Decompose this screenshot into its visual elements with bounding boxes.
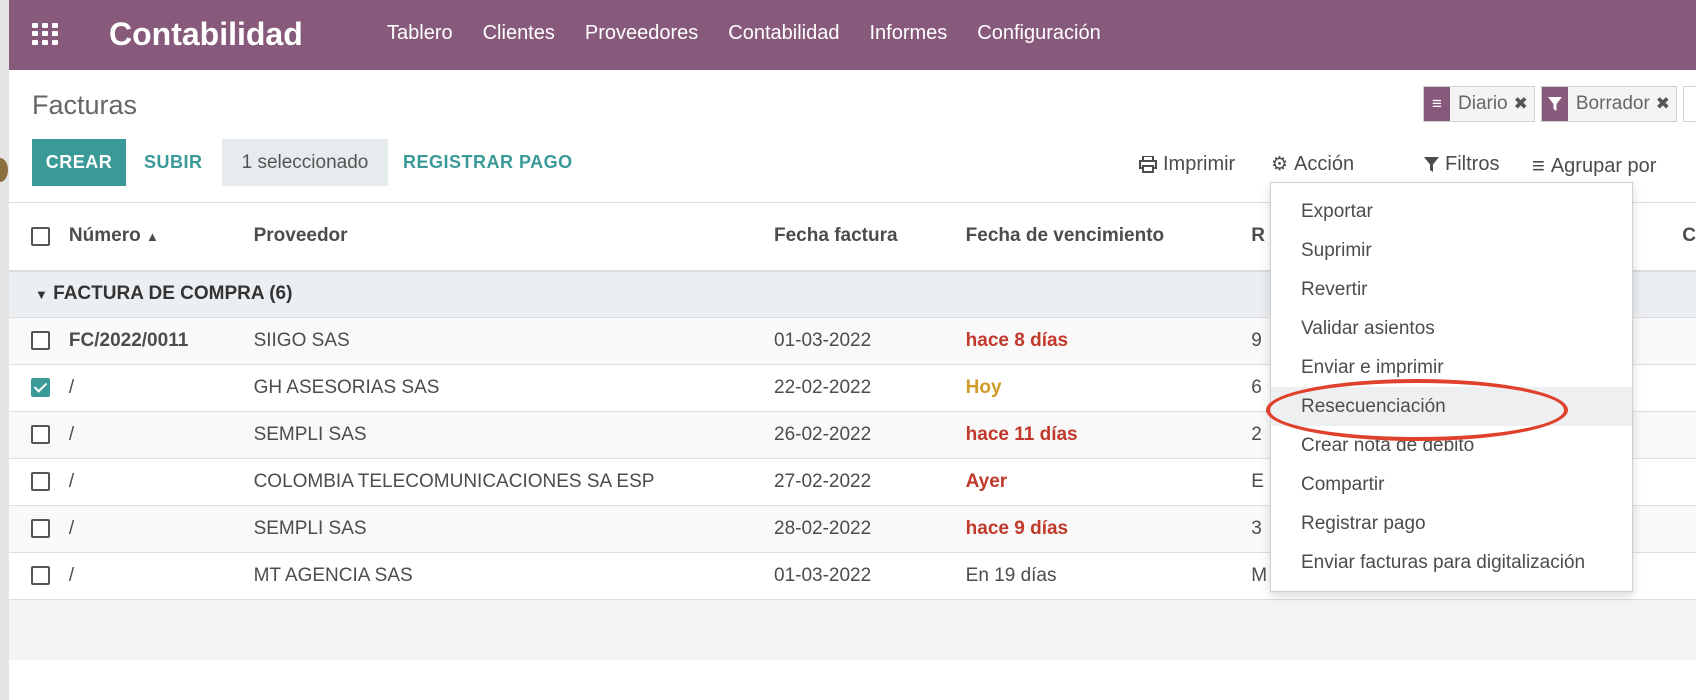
top-navbar: Contabilidad Tablero Clientes Proveedore… [9,0,1696,70]
list-icon: ≡ [1532,153,1545,178]
facet-borrador[interactable]: Borrador ✖ [1540,86,1678,122]
cell-extra [1682,317,1696,365]
column-fecha-factura[interactable]: Fecha factura [774,202,966,272]
upload-button[interactable]: SUBIR [144,139,203,186]
menu-item-resecuenciacion[interactable]: Resecuenciación [1271,387,1632,426]
left-cropped-strip [0,0,9,700]
action-label: Acción [1294,153,1355,175]
menu-item-enviar-imprimir[interactable]: Enviar e imprimir [1271,348,1632,387]
cell-date: 22-02-2022 [774,364,966,412]
cell-number: / [68,411,254,459]
column-extra[interactable]: C [1682,202,1696,272]
facet-diario[interactable]: ≡ Diario ✖ [1423,86,1535,122]
menu-item-proveedores[interactable]: Proveedores [585,22,698,45]
facet-label: Borrador [1575,93,1650,114]
cell-extra [1682,552,1696,600]
menu-item-informes[interactable]: Informes [869,22,947,45]
cell-extra [1682,411,1696,459]
cell-date: 01-03-2022 [774,317,966,365]
menu-item-validar-asientos[interactable]: Validar asientos [1271,309,1632,348]
cell-date: 27-02-2022 [774,458,966,506]
menu-item-compartir[interactable]: Compartir [1271,465,1632,504]
close-icon[interactable]: ✖ [1656,94,1676,114]
cell-extra [1682,505,1696,553]
print-label: Imprimir [1163,153,1236,175]
column-fecha-vencimiento[interactable]: Fecha de vencimiento [965,202,1252,272]
row-checkbox[interactable] [31,566,50,586]
column-numero[interactable]: Número ▲ [68,202,254,272]
gear-icon: ⚙ [1271,154,1289,175]
filter-icon [1424,156,1439,172]
menu-item-crear-nota-debito[interactable]: Crear nota de débito [1271,426,1632,465]
filters-label: Filtros [1445,153,1500,175]
page-title: Facturas [32,90,138,120]
menu-item-suprimir[interactable]: Suprimir [1271,231,1632,270]
cell-supplier: MT AGENCIA SAS [253,552,774,600]
print-button[interactable]: Imprimir [1139,153,1235,176]
apps-grid-icon[interactable] [32,23,58,45]
sort-asc-icon: ▲ [145,229,159,245]
menu-item-enviar-digitalizacion[interactable]: Enviar facturas para digitalización [1271,543,1632,582]
cell-supplier: COLOMBIA TELECOMUNICACIONES SA ESP [253,458,774,506]
cell-number: / [68,364,254,412]
cell-number: / [68,505,254,553]
cell-number: FC/2022/0011 [68,317,254,365]
group-by-button[interactable]: ≡ Agrupar por [1532,153,1656,179]
search-facets: ≡ Diario ✖ Borrador ✖ [1423,86,1696,122]
row-checkbox[interactable] [31,472,50,492]
menu-item-configuracion[interactable]: Configuración [977,22,1100,45]
caret-down-icon: ▼ [35,287,48,303]
row-checkbox[interactable] [31,519,50,539]
selection-counter: 1 seleccionado [222,139,388,186]
menu-item-registrar-pago[interactable]: Registrar pago [1271,504,1632,543]
menu-item-exportar[interactable]: Exportar [1271,192,1632,231]
avatar [0,158,8,182]
search-input[interactable] [1683,86,1696,122]
cell-due: hace 11 días [965,411,1252,459]
cell-due: hace 9 días [965,505,1252,553]
filter-icon [1541,87,1568,121]
group-by-label: Agrupar por [1550,154,1657,177]
cell-number: / [68,458,254,506]
cell-supplier: SEMPLI SAS [253,411,774,459]
select-all-checkbox[interactable] [31,226,50,246]
column-proveedor[interactable]: Proveedor [253,202,774,272]
create-button[interactable]: CREAR [32,139,126,186]
cell-due: Ayer [965,458,1252,506]
action-button[interactable]: ⚙ Acción [1271,153,1354,176]
register-payment-button[interactable]: REGISTRAR PAGO [403,139,573,186]
row-checkbox[interactable] [31,331,50,351]
cell-extra [1682,364,1696,412]
facet-label: Diario [1458,93,1508,114]
cell-number: / [68,552,254,600]
cell-supplier: SIIGO SAS [253,317,774,365]
cell-supplier: SEMPLI SAS [253,505,774,553]
group-label: FACTURA DE COMPRA (6) [53,283,293,305]
cell-date: 26-02-2022 [774,411,966,459]
cell-due: Hoy [965,364,1252,412]
menu-item-revertir[interactable]: Revertir [1271,270,1632,309]
close-icon[interactable]: ✖ [1514,94,1534,114]
menu-item-clientes[interactable]: Clientes [483,22,555,45]
cell-supplier: GH ASESORIAS SAS [253,364,774,412]
menu-item-contabilidad[interactable]: Contabilidad [728,22,839,45]
cell-due: En 19 días [965,552,1252,600]
main-menu: Tablero Clientes Proveedores Contabilida… [387,22,1101,45]
cell-date: 28-02-2022 [774,505,966,553]
filters-button[interactable]: Filtros [1424,153,1499,176]
select-all-cell [9,202,69,272]
cell-date: 01-03-2022 [774,552,966,600]
cell-extra [1682,458,1696,506]
print-icon [1139,156,1157,173]
list-icon: ≡ [1424,87,1450,121]
cell-due: hace 8 días [965,317,1252,365]
row-checkbox[interactable] [31,378,50,398]
row-checkbox[interactable] [31,425,50,445]
action-dropdown-menu: Exportar Suprimir Revertir Validar asien… [1270,182,1633,592]
app-title: Contabilidad [109,16,303,52]
menu-item-tablero[interactable]: Tablero [387,22,453,45]
